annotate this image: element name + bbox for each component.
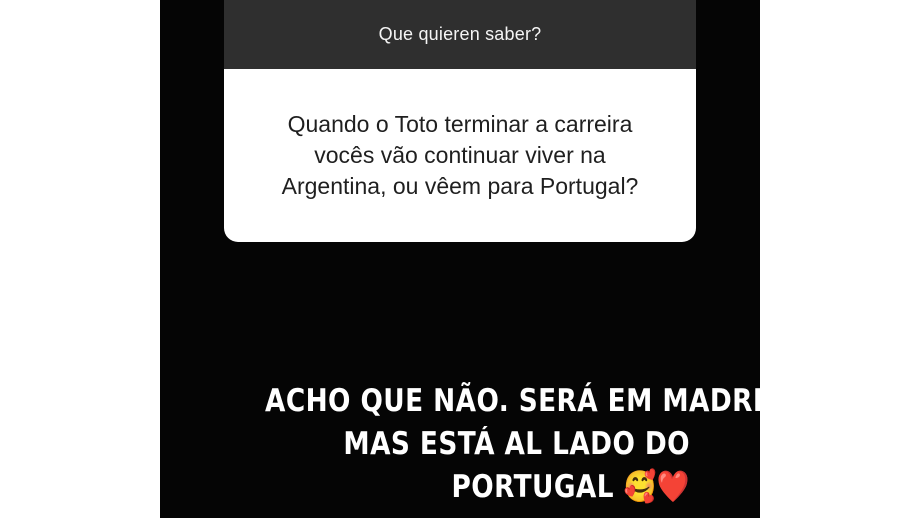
question-line: Quando o Toto terminar a carreira xyxy=(287,111,633,137)
answer-line: ACHO QUE NÃO. SERÁ EM MADRID xyxy=(265,383,760,419)
screenshot-frame: Que quieren saber? Quando o Toto termina… xyxy=(0,0,920,518)
question-line: Argentina, ou vêem para Portugal? xyxy=(281,173,639,199)
question-sticker-body: Quando o Toto terminar a carreira vocês … xyxy=(224,69,696,242)
answer-line-last: PORTUGAL 🥰❤️ xyxy=(265,466,690,509)
smiling-face-hearts-and-red-heart-emoji: 🥰❤️ xyxy=(623,469,690,505)
question-sticker[interactable]: Que quieren saber? Quando o Toto termina… xyxy=(224,0,696,242)
answer-line-text: PORTUGAL xyxy=(451,469,614,505)
question-sticker-title: Que quieren saber? xyxy=(378,24,542,44)
answer-text-overlay: ACHO QUE NÃO. SERÁ EM MADRID MAS ESTÁ AL… xyxy=(190,380,760,509)
story-view[interactable]: Que quieren saber? Quando o Toto termina… xyxy=(160,0,760,518)
question-text: Quando o Toto terminar a carreira vocês … xyxy=(282,109,639,202)
question-line: vocês vão continuar viver na xyxy=(314,142,606,168)
answer-line: MAS ESTÁ AL LADO DO xyxy=(343,426,690,462)
question-sticker-header: Que quieren saber? xyxy=(224,0,696,69)
